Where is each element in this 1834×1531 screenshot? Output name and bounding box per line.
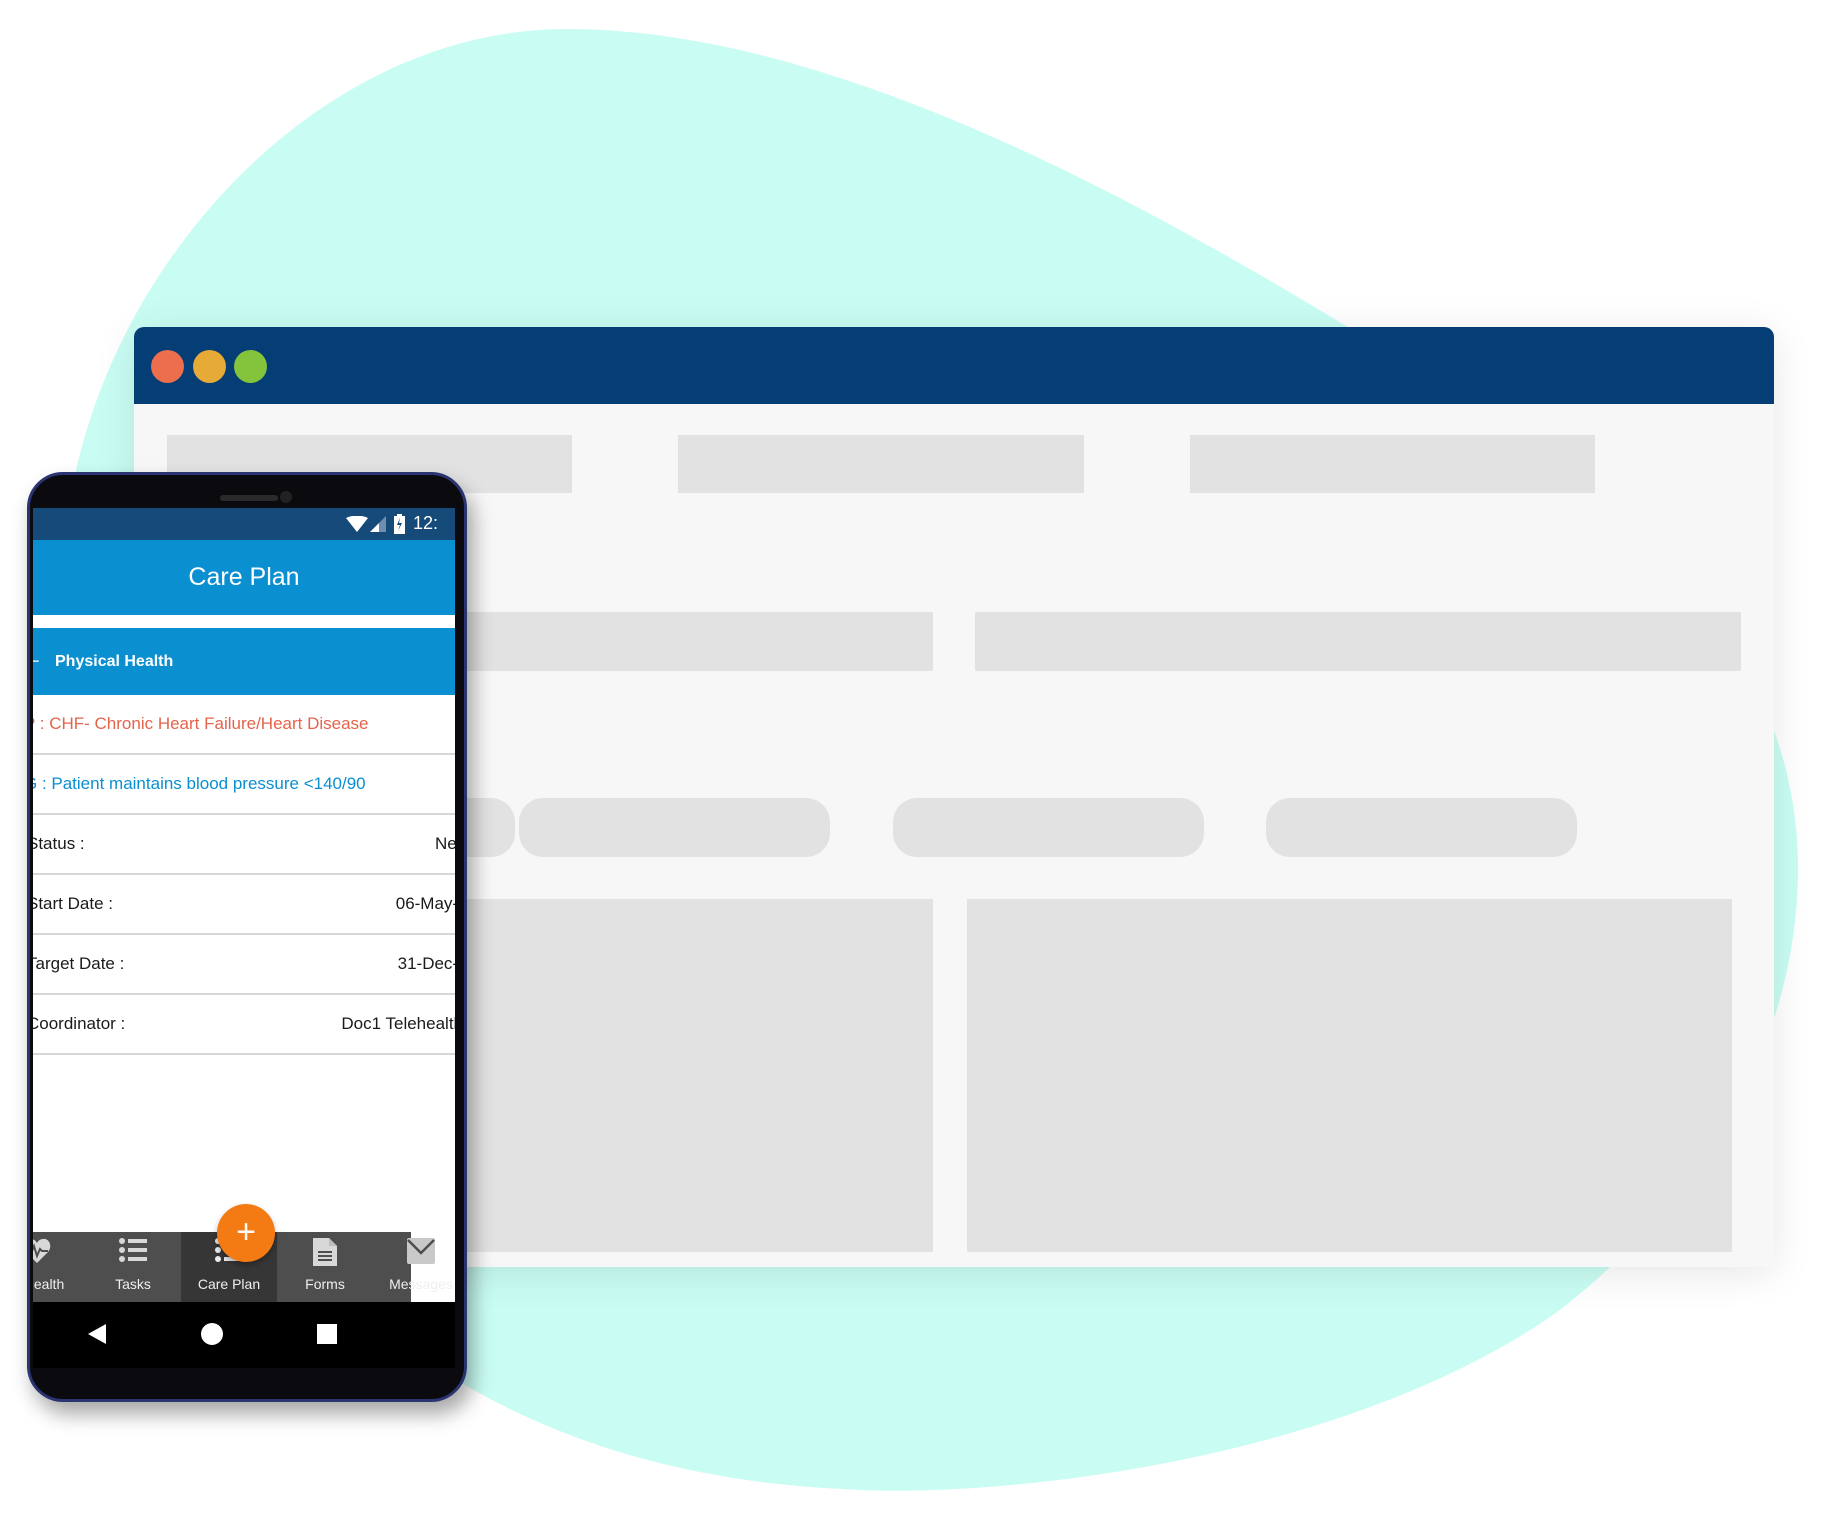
section-header-physical-health[interactable]: − Physical Health [33,628,455,695]
detail-row-target-date: Target Date : 31-Dec-20 [33,935,455,995]
page-title: Care Plan [188,563,300,591]
detail-row-status: Status : New [33,815,455,875]
phone-mockup: 12: Care Plan − Physical Health P : CHF-… [27,472,467,1402]
tab-label: Forms [305,1276,345,1292]
wifi-icon [346,516,368,532]
problem-text: P : CHF- Chronic Heart Failure/Heart Dis… [33,714,369,733]
window-titlebar [134,327,1774,404]
tab-label: Messages [389,1276,453,1292]
tab-forms[interactable]: Forms [277,1232,373,1302]
placeholder-pill [1266,798,1577,857]
placeholder-pill [519,798,830,857]
detail-label: Start Date : [33,894,113,913]
back-icon[interactable] [88,1324,106,1344]
tab-label: Health [33,1276,65,1292]
status-time: 12: [413,513,439,533]
app-bar: Care Plan [33,540,455,615]
detail-row-start-date: Start Date : 06-May-20 [33,875,455,935]
placeholder-bar [1190,435,1595,493]
detail-label: Status : [33,834,85,853]
signal-icon [370,516,386,532]
minimize-dot-icon[interactable] [193,350,226,383]
placeholder-panel [967,899,1732,1252]
start-date-value: 06-May-20 [395,894,455,913]
placeholder-pill [893,798,1204,857]
problem-row[interactable]: P : CHF- Chronic Heart Failure/Heart Dis… [33,695,455,755]
collapse-icon[interactable]: − [33,651,40,672]
placeholder-bar [678,435,1084,493]
detail-label: Coordinator : [33,1014,126,1033]
tab-tasks[interactable]: Tasks [85,1232,181,1302]
detail-row-coordinator: Coordinator : Doc1 Telehealth [33,995,455,1055]
speaker-grill [220,495,278,501]
goal-text: G : Patient maintains blood pressure <14… [33,774,366,793]
section-title: Physical Health [55,652,174,670]
tab-label: Care Plan [197,1276,261,1292]
tab-label: Tasks [115,1276,151,1292]
tab-health[interactable]: Health [33,1232,85,1302]
phone-screen: 12: Care Plan − Physical Health P : CHF-… [33,508,455,1368]
battery-charging-icon [394,514,405,534]
close-dot-icon[interactable] [151,350,184,383]
document-icon [313,1238,337,1266]
front-camera-icon [280,491,292,503]
list-icon [119,1238,147,1262]
status-value: New [434,834,455,853]
target-date-value: 31-Dec-20 [397,954,455,973]
placeholder-wide-bar [975,612,1741,671]
maximize-dot-icon[interactable] [234,350,267,383]
heart-pulse-icon [33,1238,51,1263]
tab-messages[interactable]: Messages [373,1232,455,1302]
goal-row[interactable]: G : Patient maintains blood pressure <14… [33,755,455,815]
envelope-icon [407,1238,435,1264]
home-icon[interactable] [201,1323,223,1345]
add-fab-button[interactable]: + [217,1204,275,1262]
coordinator-value: Doc1 Telehealth [341,1014,455,1033]
status-bar: 12: [33,508,455,540]
system-nav-bar [33,1302,455,1368]
recents-icon[interactable] [317,1324,337,1344]
detail-label: Target Date : [33,954,125,973]
